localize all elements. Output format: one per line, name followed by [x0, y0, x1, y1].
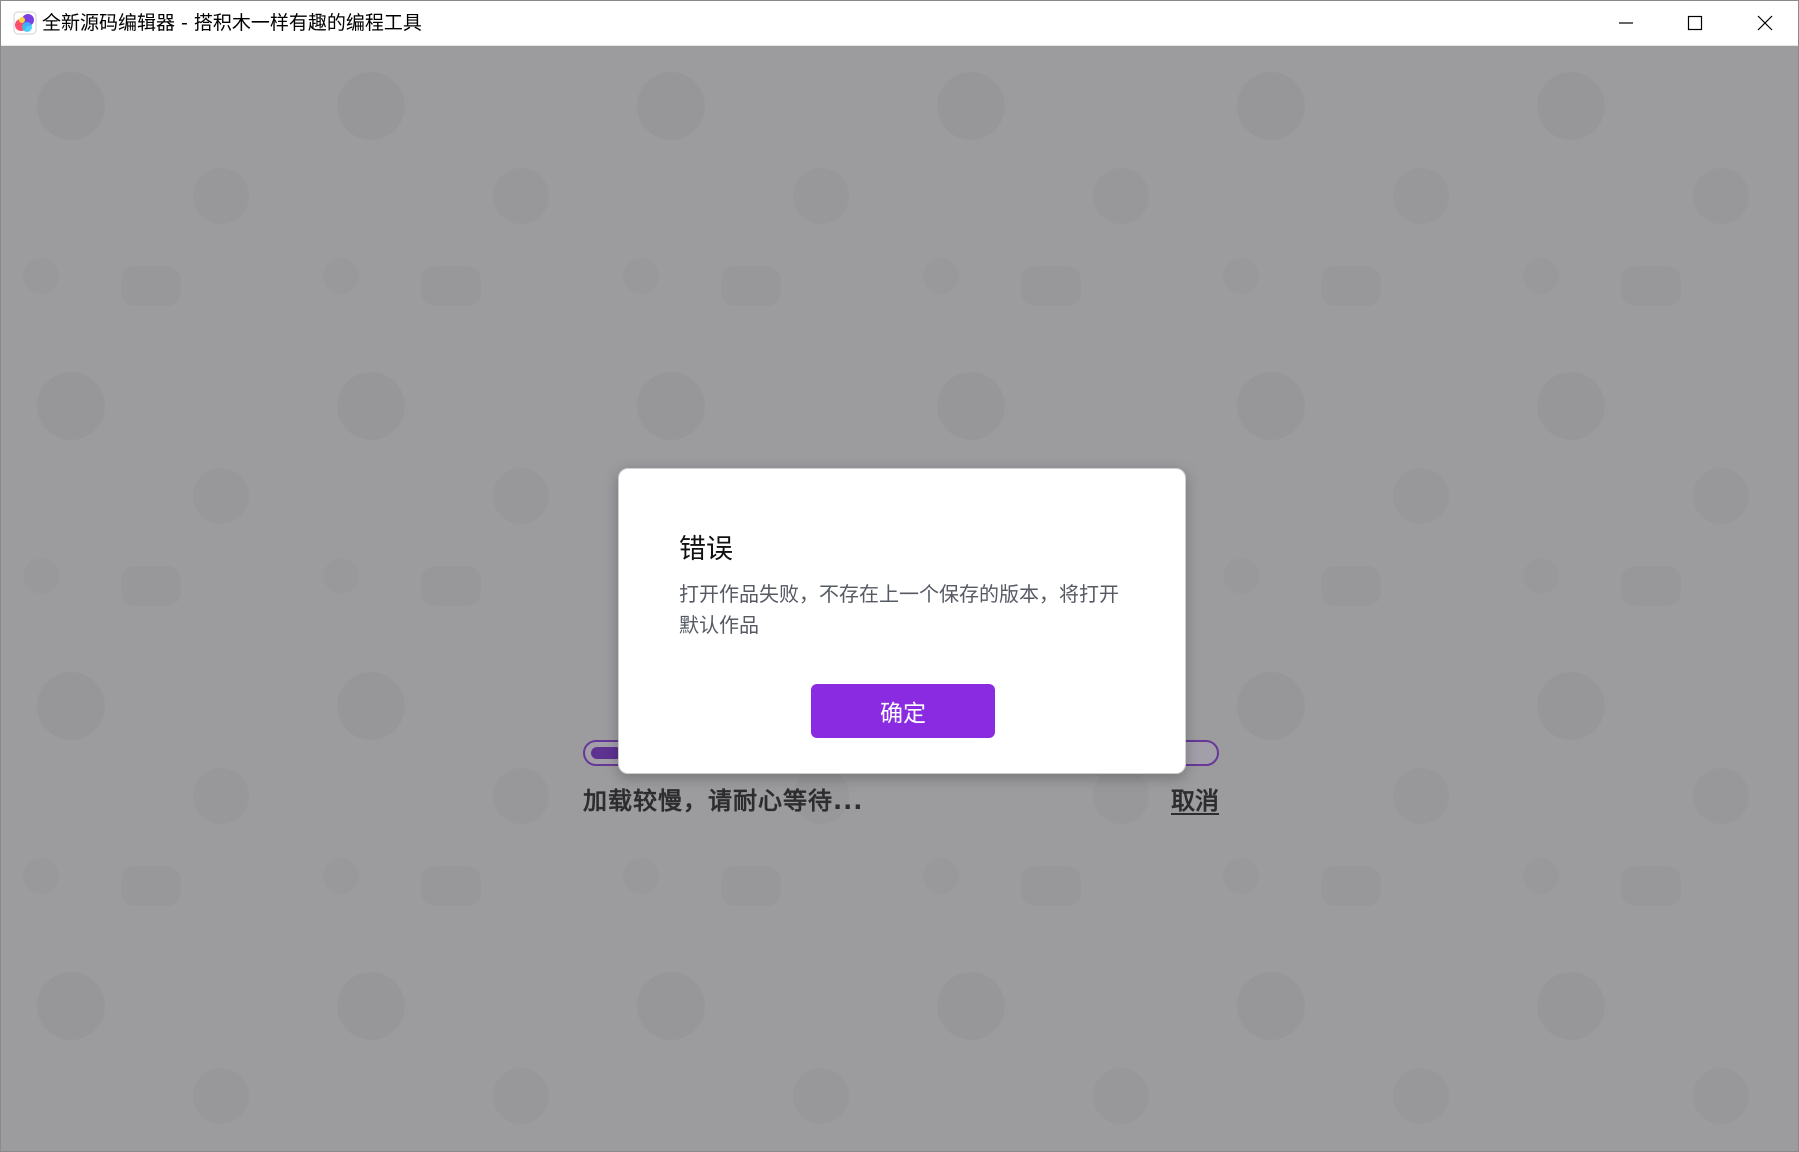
app-logo-icon — [13, 11, 37, 35]
close-button[interactable] — [1730, 1, 1798, 45]
maximize-icon — [1687, 15, 1703, 31]
dialog-message: 打开作品失败，不存在上一个保存的版本，将打开默认作品 — [679, 582, 1119, 637]
maximize-button[interactable] — [1660, 1, 1730, 45]
main-content: 加载较慢，请耐心等待... 取消 错误 打开作品失败，不存在上一个保存的版本，将… — [1, 46, 1798, 1151]
minimize-button[interactable] — [1591, 1, 1661, 45]
confirm-button[interactable]: 确定 — [811, 684, 995, 738]
close-icon — [1757, 15, 1773, 31]
title-bar[interactable]: 全新源码编辑器 - 搭积木一样有趣的编程工具 — [1, 1, 1798, 46]
error-dialog: 错误 打开作品失败，不存在上一个保存的版本，将打开默认作品 确定 — [618, 468, 1186, 774]
dialog-title: 错误 — [679, 534, 733, 565]
app-window: 全新源码编辑器 - 搭积木一样有趣的编程工具 加载较慢，请耐心等待... 取消 … — [0, 0, 1799, 1152]
minimize-icon — [1619, 22, 1633, 24]
window-title: 全新源码编辑器 - 搭积木一样有趣的编程工具 — [42, 12, 422, 34]
